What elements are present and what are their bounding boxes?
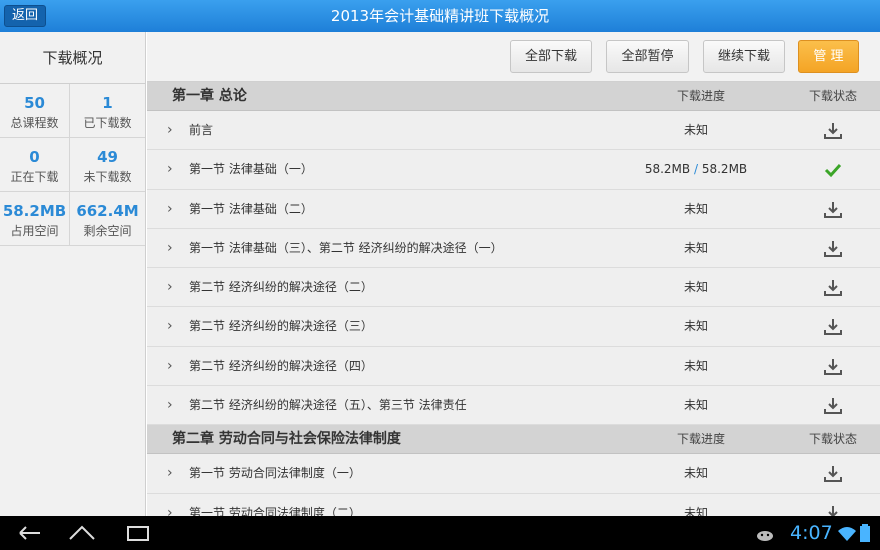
stat-downloaded: 1 已下载数 <box>70 84 145 138</box>
chapter-title: 第一章 总论 <box>172 88 247 104</box>
download-all-button[interactable]: 全部下载 <box>510 40 592 73</box>
wifi-icon <box>838 527 856 541</box>
chevron-right-icon: › <box>167 122 173 138</box>
continue-download-button[interactable]: 继续下载 <box>703 40 785 73</box>
status-column-header: 下载状态 <box>808 89 857 103</box>
lesson-progress: 未知 <box>683 319 708 334</box>
progress-downloaded: 58.2MB <box>644 162 691 177</box>
pause-all-button[interactable]: 全部暂停 <box>606 40 689 73</box>
lesson-title: 前言 <box>189 123 214 137</box>
stat-value: 0 <box>29 148 40 166</box>
lesson-progress: 未知 <box>683 358 708 373</box>
download-icon[interactable] <box>823 504 843 516</box>
chevron-right-icon: › <box>167 279 173 296</box>
chevron-right-icon: › <box>167 357 173 374</box>
lesson-row[interactable]: › 第二节 经济纠纷的解决途径（四） 未知 <box>147 346 880 387</box>
lesson-title: 第一节 法律基础（三）、第二节 经济纠纷的解决途径（一） <box>189 240 503 255</box>
lesson-title: 第二节 经济纠纷的解决途径（四） <box>189 358 373 373</box>
page-title: 2013年会计基础精讲班下载概况 <box>330 7 550 25</box>
stat-value: 1 <box>102 94 113 112</box>
stat-used-space: 58.2MB 占用空间 <box>0 192 70 246</box>
back-nav-icon[interactable] <box>14 522 46 544</box>
download-icon[interactable] <box>823 239 843 259</box>
lesson-progress: 未知 <box>683 240 708 255</box>
title-bar: 返回 2013年会计基础精讲班下载概况 <box>0 0 880 32</box>
stat-value: 58.2MB <box>2 202 67 220</box>
lesson-progress: 未知 <box>683 123 708 137</box>
lesson-title: 第二节 经济纠纷的解决途径（三） <box>189 319 373 334</box>
stat-free-space: 662.4M 剩余空间 <box>70 192 145 246</box>
chevron-right-icon: › <box>167 161 173 178</box>
recent-apps-icon[interactable] <box>122 522 154 544</box>
status-clock: 4:07 <box>790 522 833 544</box>
chevron-right-icon: › <box>167 200 173 217</box>
stat-not-downloaded: 49 未下载数 <box>70 138 145 192</box>
stat-label: 剩余空间 <box>83 224 132 238</box>
lesson-title: 第二节 经济纠纷的解决途径（五）、第三节 法律责任 <box>189 398 467 413</box>
lesson-progress: 未知 <box>683 466 708 481</box>
lesson-title: 第一节 法律基础（二） <box>189 201 313 216</box>
chevron-right-icon: › <box>167 318 173 335</box>
toolbar: 全部下载 全部暂停 继续下载 管 理 <box>147 32 880 82</box>
progress-column-header: 下载进度 <box>676 89 725 103</box>
progress-column-header: 下载进度 <box>676 432 725 447</box>
lesson-progress: 未知 <box>683 280 708 295</box>
stat-label: 正在下载 <box>10 170 59 184</box>
lesson-row[interactable]: › 第二节 经济纠纷的解决途径（五）、第三节 法律责任 未知 <box>147 386 880 426</box>
lesson-progress: 未知 <box>683 505 708 516</box>
stat-value: 49 <box>97 148 118 166</box>
stat-value: 50 <box>24 94 45 112</box>
lesson-row[interactable]: › 第二节 经济纠纷的解决途径（二） 未知 <box>147 268 880 308</box>
lesson-title: 第一节 劳动合同法律制度（二） <box>189 505 361 516</box>
lesson-progress: 未知 <box>683 398 708 413</box>
manage-button[interactable]: 管 理 <box>798 40 859 73</box>
main-panel: 全部下载 全部暂停 继续下载 管 理 第一章 总论 下载进度 下载状态 › 前言… <box>147 32 880 516</box>
lesson-row[interactable]: › 第一节 劳动合同法律制度（一） 未知 <box>147 454 880 494</box>
chevron-right-icon: › <box>167 465 173 482</box>
download-icon[interactable] <box>823 464 843 484</box>
chevron-right-icon: › <box>167 239 173 256</box>
lesson-row[interactable]: › 第一节 法律基础（二） 未知 <box>147 189 880 229</box>
download-icon[interactable] <box>823 121 843 141</box>
lesson-progress: 未知 <box>683 201 708 216</box>
download-icon[interactable] <box>823 357 843 377</box>
stats-grid: 50 总课程数 1 已下载数 0 正在下载 49 未下载数 58.2MB 占用空… <box>0 84 145 246</box>
chevron-right-icon: › <box>167 397 173 414</box>
stat-downloading: 0 正在下载 <box>0 138 70 192</box>
stat-value: 662.4M <box>76 202 139 220</box>
stat-label: 总课程数 <box>10 116 59 130</box>
lesson-row[interactable]: › 第一节 劳动合同法律制度（二） 未知 <box>147 493 880 516</box>
lesson-row[interactable]: › 第一节 法律基础（一） 58.2MB / 58.2MB <box>147 150 880 190</box>
lesson-title: 第二节 经济纠纷的解决途径（二） <box>189 280 373 295</box>
status-column-header: 下载状态 <box>808 432 857 447</box>
chapter-title: 第二章 劳动合同与社会保险法律制度 <box>172 431 401 448</box>
lesson-row[interactable]: › 第一节 法律基础（三）、第二节 经济纠纷的解决途径（一） 未知 <box>147 228 880 269</box>
system-nav-bar: 4:07 <box>0 516 880 550</box>
download-icon[interactable] <box>823 200 843 220</box>
download-icon[interactable] <box>823 278 843 298</box>
stat-label: 未下载数 <box>83 170 132 184</box>
stat-label: 已下载数 <box>83 116 132 130</box>
summary-sidebar: 下载概况 50 总课程数 1 已下载数 0 正在下载 49 未下载数 58.2M… <box>0 32 146 516</box>
stat-label: 占用空间 <box>10 224 59 238</box>
battery-icon <box>860 524 870 542</box>
progress-separator: / <box>693 162 699 177</box>
lesson-title: 第一节 劳动合同法律制度（一） <box>189 466 361 481</box>
chevron-right-icon: › <box>167 504 173 516</box>
stat-total-courses: 50 总课程数 <box>0 84 70 138</box>
lesson-title: 第一节 法律基础（一） <box>189 162 313 177</box>
download-icon[interactable] <box>823 317 843 337</box>
lesson-list[interactable]: 第一章 总论 下载进度 下载状态 › 前言 未知 › 第一节 法律基础（一） 5… <box>147 82 880 516</box>
download-icon[interactable] <box>823 396 843 416</box>
sidebar-title: 下载概况 <box>0 32 145 84</box>
lesson-progress: 58.2MB / 58.2MB <box>616 150 776 189</box>
android-debug-icon <box>757 531 773 541</box>
lesson-row[interactable]: › 前言 未知 <box>147 111 880 151</box>
progress-total: 58.2MB <box>701 162 748 177</box>
chapter-header: 第一章 总论 下载进度 下载状态 <box>147 82 880 111</box>
chapter-header: 第二章 劳动合同与社会保险法律制度 下载进度 下载状态 <box>147 425 880 455</box>
lesson-row[interactable]: › 第二节 经济纠纷的解决途径（三） 未知 <box>147 307 880 347</box>
home-nav-icon[interactable] <box>66 522 98 544</box>
checkmark-icon <box>824 164 842 178</box>
